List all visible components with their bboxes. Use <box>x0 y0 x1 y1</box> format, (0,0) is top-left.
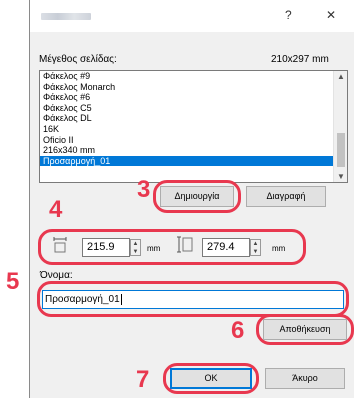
list-item[interactable]: Φάκελος DL <box>40 113 347 124</box>
text-caret <box>120 293 122 305</box>
height-input[interactable]: 279.4 <box>202 238 250 257</box>
list-item[interactable]: Φάκελος #9 <box>40 71 347 82</box>
cancel-button[interactable]: Άκυρο <box>265 368 345 389</box>
custom-paper-size-dialog: ? ✕ Μέγεθος σελίδας: 210x297 mm Φάκελος … <box>29 0 354 398</box>
width-unit: mm <box>147 244 161 253</box>
height-unit: mm <box>272 244 286 253</box>
stepper-up-icon[interactable]: ▲ <box>131 240 140 248</box>
save-button[interactable]: Αποθήκευση <box>263 319 347 340</box>
help-button[interactable]: ? <box>285 8 292 22</box>
list-item[interactable]: Φάκελος C5 <box>40 103 347 114</box>
dialog-title-blurred <box>41 13 91 20</box>
stepper-down-icon[interactable]: ▼ <box>131 248 140 256</box>
delete-button[interactable]: Διαγραφή <box>246 186 326 207</box>
scroll-thumb[interactable] <box>337 133 345 167</box>
name-input-value: Προσαρμογή_01 <box>45 294 120 305</box>
name-label: Όνομα: <box>40 270 73 281</box>
step-3-number: 3 <box>137 176 151 203</box>
list-item[interactable]: 16K <box>40 124 347 135</box>
paper-width-icon <box>53 237 67 253</box>
list-item[interactable]: 216x340 mm <box>40 145 347 156</box>
step-4-number: 4 <box>49 196 63 223</box>
title-bar: ? ✕ <box>30 0 354 32</box>
width-input[interactable]: 215.9 <box>82 238 130 257</box>
name-input[interactable]: Προσαρμογή_01 <box>42 290 344 309</box>
create-button[interactable]: Δημιουργία <box>160 186 234 207</box>
paper-height-icon <box>177 236 193 253</box>
list-item-selected[interactable]: Προσαρμογή_01 <box>40 155 347 167</box>
stepper-up-icon[interactable]: ▲ <box>251 240 260 248</box>
step-7-number: 7 <box>136 366 150 393</box>
height-stepper[interactable]: ▲ ▼ <box>250 239 261 256</box>
scroll-down-icon[interactable]: ▼ <box>334 172 347 181</box>
ok-button[interactable]: OK <box>170 368 252 389</box>
list-item[interactable]: Φάκελος Monarch <box>40 82 347 93</box>
width-stepper[interactable]: ▲ ▼ <box>130 239 141 256</box>
list-item[interactable]: Oficio II <box>40 135 347 146</box>
scroll-up-icon[interactable]: ▲ <box>334 72 347 81</box>
list-item[interactable]: Φάκελος #6 <box>40 92 347 103</box>
step-6-number: 6 <box>231 317 245 344</box>
step-4-highlight <box>38 229 306 265</box>
paper-size-list[interactable]: Φάκελος #9 Φάκελος Monarch Φάκελος #6 Φά… <box>39 70 348 183</box>
paper-size-label: Μέγεθος σελίδας: <box>39 54 117 65</box>
close-button[interactable]: ✕ <box>326 8 336 22</box>
list-scrollbar[interactable]: ▲ ▼ <box>333 71 347 182</box>
step-5-number: 5 <box>6 268 20 295</box>
paper-size-value: 210x297 mm <box>271 54 329 65</box>
stepper-down-icon[interactable]: ▼ <box>251 248 260 256</box>
